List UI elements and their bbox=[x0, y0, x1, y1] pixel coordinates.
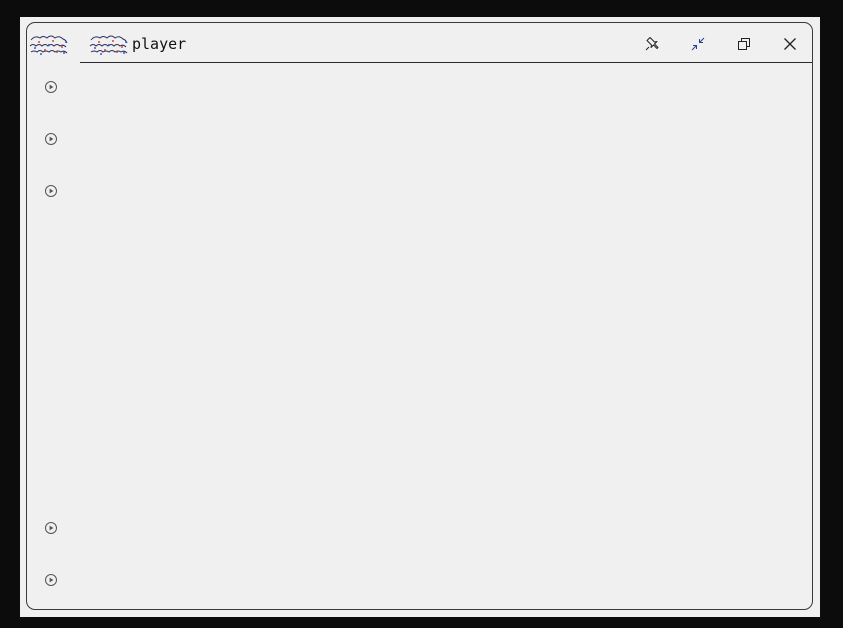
app-logo bbox=[29, 35, 68, 55]
restore-icon bbox=[738, 38, 750, 50]
pin-icon bbox=[645, 37, 659, 51]
shrink-icon bbox=[691, 37, 705, 51]
play-circle-icon[interactable] bbox=[44, 573, 58, 587]
play-circle-icon[interactable] bbox=[44, 184, 58, 198]
close-icon bbox=[784, 38, 796, 50]
tab-player[interactable]: player bbox=[80, 23, 812, 63]
close-button[interactable] bbox=[778, 32, 802, 56]
play-circle-icon[interactable] bbox=[44, 132, 58, 146]
play-circle-icon[interactable] bbox=[44, 521, 58, 535]
player-logo-icon bbox=[89, 35, 128, 55]
window-frame: player bbox=[20, 17, 820, 617]
player-window: player bbox=[26, 22, 813, 610]
tab-title: player bbox=[132, 35, 187, 53]
pin-button[interactable] bbox=[640, 32, 664, 56]
play-circle-icon[interactable] bbox=[44, 80, 58, 94]
restore-button[interactable] bbox=[732, 32, 756, 56]
shrink-button[interactable] bbox=[686, 32, 710, 56]
